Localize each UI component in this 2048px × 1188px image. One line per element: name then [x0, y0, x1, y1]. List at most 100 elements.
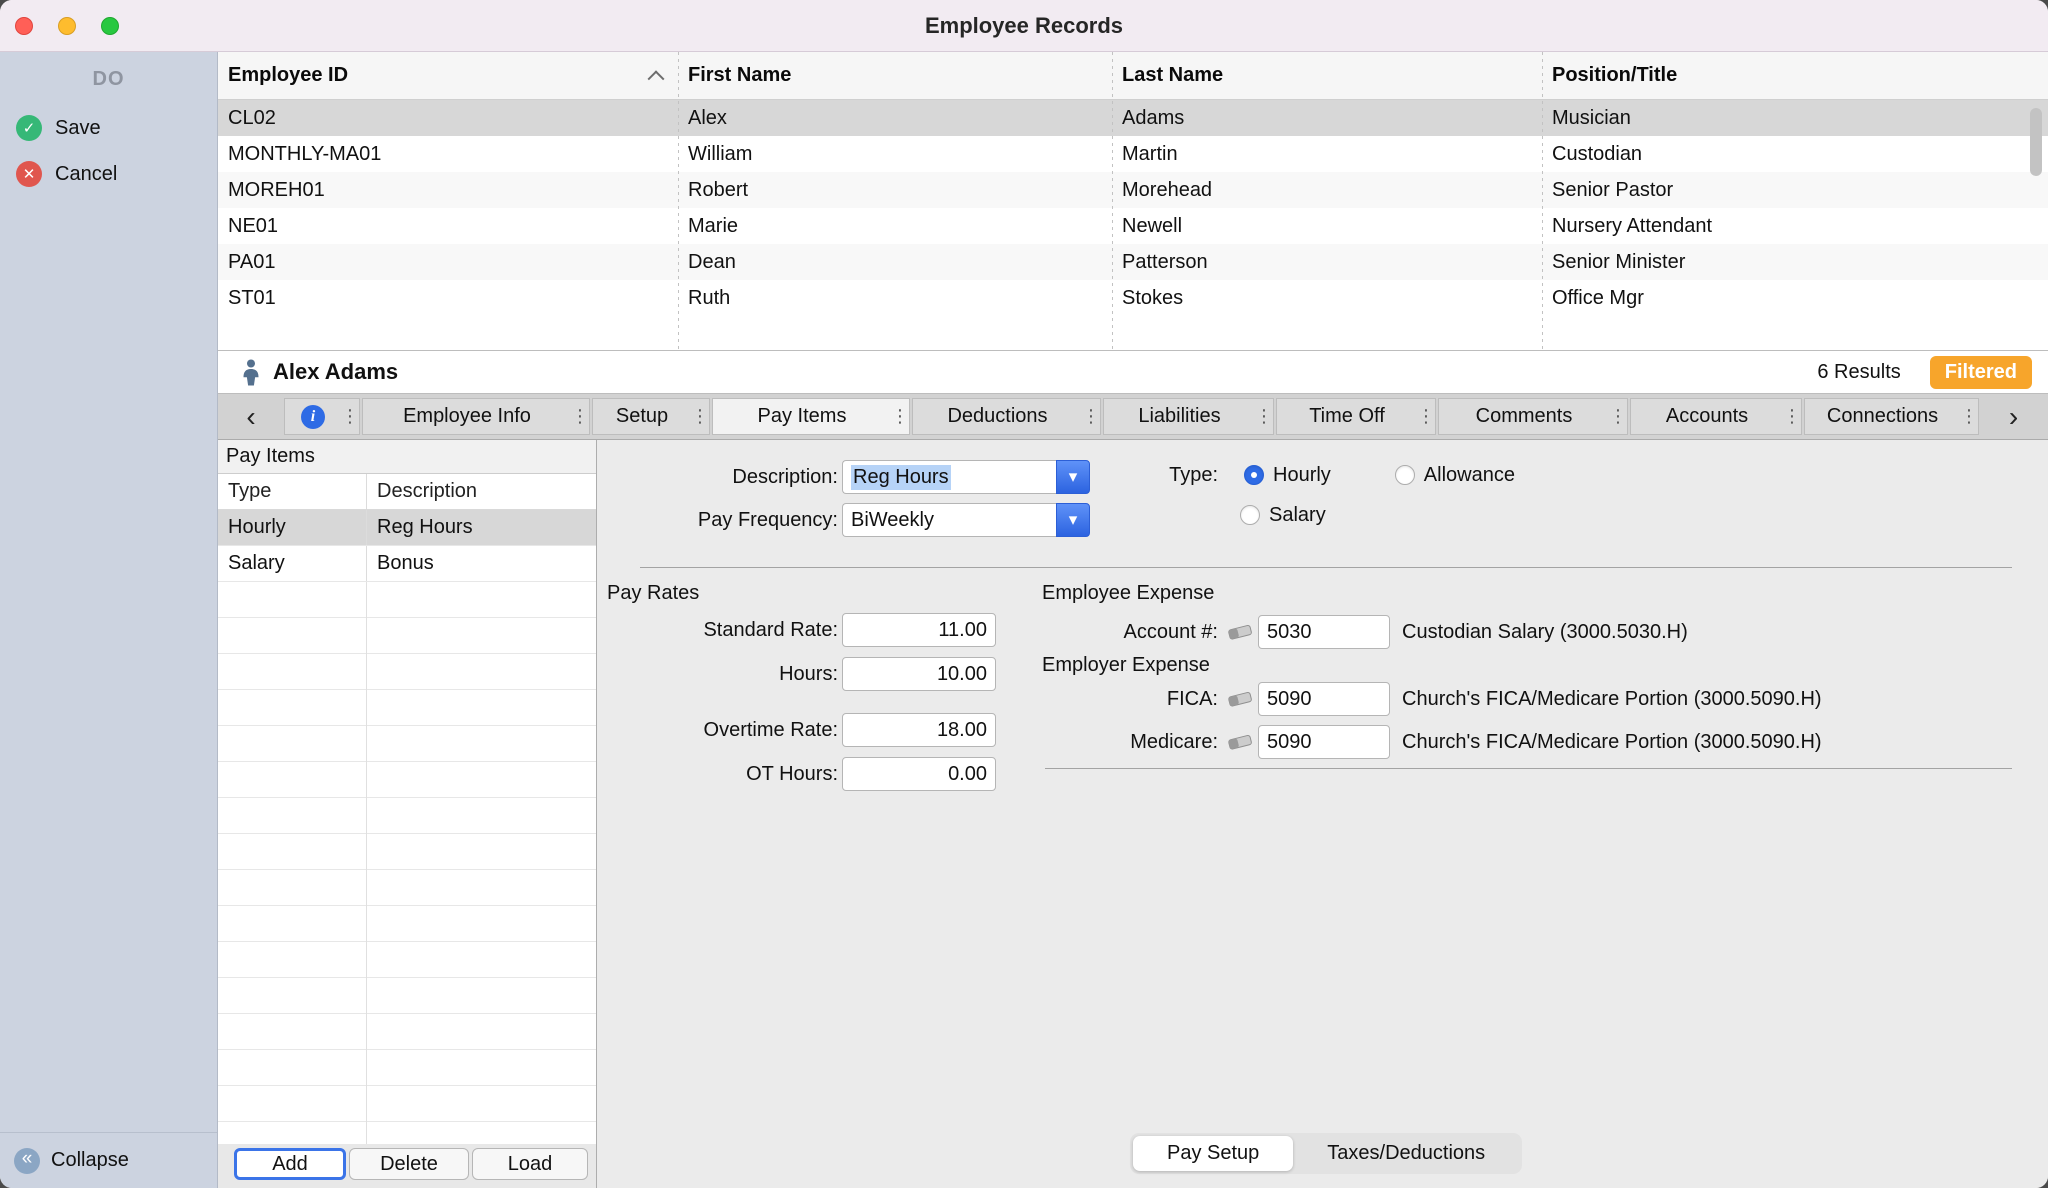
- column-divider: [1542, 52, 1543, 350]
- column-header-first-name[interactable]: First Name: [678, 52, 1112, 99]
- ot-hours-row: OT Hours:: [597, 757, 996, 791]
- tab-taxes-deductions[interactable]: Taxes/Deductions: [1293, 1136, 1519, 1171]
- cancel-button[interactable]: ✕ Cancel: [0, 151, 217, 197]
- standard-rate-input[interactable]: [842, 613, 996, 647]
- save-button[interactable]: ✓ Save: [0, 105, 217, 151]
- info-icon: i: [301, 405, 325, 429]
- medicare-label: Medicare:: [1042, 731, 1218, 754]
- column-divider: [678, 52, 679, 350]
- pay-items-title: Pay Items: [218, 440, 596, 474]
- description-dropdown-button[interactable]: ▾: [1056, 460, 1090, 494]
- cell-position: Senior Pastor: [1542, 172, 2048, 208]
- account-lookup-icon[interactable]: [1226, 622, 1254, 642]
- fica-account-input[interactable]: [1258, 682, 1390, 716]
- cell-employee-id: MOREH01: [218, 172, 678, 208]
- chevron-down-icon: ▾: [1069, 510, 1078, 530]
- employee-row[interactable]: ST01 Ruth Stokes Office Mgr: [218, 280, 2048, 316]
- column-header-position[interactable]: Position/Title: [1542, 52, 2048, 99]
- pay-frequency-dropdown-button[interactable]: ▾: [1056, 503, 1090, 537]
- employee-row[interactable]: PA01 Dean Patterson Senior Minister: [218, 244, 2048, 280]
- hours-input[interactable]: [842, 657, 996, 691]
- save-check-icon: ✓: [16, 115, 42, 141]
- pay-rates-title: Pay Rates: [607, 582, 699, 605]
- radio-salary[interactable]: [1240, 505, 1260, 525]
- employee-table: Employee ID First Name Last Name Positio…: [218, 52, 2048, 350]
- tab-menu-dots-icon[interactable]: ⋮: [1609, 406, 1627, 427]
- pay-frequency-input[interactable]: BiWeekly: [842, 503, 1056, 537]
- description-input[interactable]: Reg Hours: [842, 460, 1056, 494]
- cell-last-name: Stokes: [1112, 280, 1542, 316]
- employee-row[interactable]: MOREH01 Robert Morehead Senior Pastor: [218, 172, 2048, 208]
- pay-item-row[interactable]: Salary Bonus: [218, 546, 596, 582]
- tab-liabilities[interactable]: Liabilities ⋮: [1103, 398, 1274, 435]
- bottom-tab-bar: Pay Setup Taxes/Deductions: [1130, 1133, 1522, 1174]
- account-lookup-icon[interactable]: [1226, 732, 1254, 752]
- radio-allowance[interactable]: [1395, 465, 1415, 485]
- tab-deductions[interactable]: Deductions ⋮: [912, 398, 1101, 435]
- cell-position: Musician: [1542, 100, 2048, 136]
- pay-items-empty-rows: [218, 582, 596, 1144]
- record-name: Alex Adams: [273, 359, 398, 385]
- standard-rate-label: Standard Rate:: [597, 619, 838, 642]
- filtered-badge[interactable]: Filtered: [1930, 356, 2032, 389]
- close-window-button[interactable]: [15, 17, 33, 35]
- scrollbar-thumb[interactable]: [2030, 108, 2042, 176]
- tab-connections[interactable]: Connections ⋮: [1804, 398, 1979, 435]
- tab-pay-items[interactable]: Pay Items ⋮: [712, 398, 910, 435]
- radio-hourly[interactable]: [1244, 465, 1264, 485]
- standard-rate-row: Standard Rate:: [597, 613, 996, 647]
- collapse-button-label: Collapse: [51, 1149, 129, 1172]
- cell-position: Custodian: [1542, 136, 2048, 172]
- tab-menu-dots-icon[interactable]: ⋮: [1783, 406, 1801, 427]
- pay-item-row[interactable]: Hourly Reg Hours: [218, 510, 596, 546]
- tab-scroll-right-button[interactable]: ›: [1981, 398, 2046, 435]
- column-header-type[interactable]: Type: [218, 474, 366, 509]
- tab-info[interactable]: i ⋮: [284, 398, 360, 435]
- employee-row[interactable]: NE01 Marie Newell Nursery Attendant: [218, 208, 2048, 244]
- tab-scroll-left-button[interactable]: ‹: [220, 398, 282, 435]
- cancel-button-label: Cancel: [55, 163, 117, 186]
- tab-menu-dots-icon[interactable]: ⋮: [891, 406, 909, 427]
- tab-employee-info[interactable]: Employee Info ⋮: [362, 398, 590, 435]
- fica-label: FICA:: [1042, 688, 1218, 711]
- collapse-button[interactable]: « Collapse: [0, 1132, 217, 1188]
- delete-button[interactable]: Delete: [349, 1148, 469, 1180]
- account-lookup-icon[interactable]: [1226, 689, 1254, 709]
- tab-menu-dots-icon[interactable]: ⋮: [691, 406, 709, 427]
- employee-row[interactable]: MONTHLY-MA01 William Martin Custodian: [218, 136, 2048, 172]
- action-sidebar: DO ✓ Save ✕ Cancel « Collapse: [0, 52, 218, 1188]
- overtime-rate-input[interactable]: [842, 713, 996, 747]
- tab-accounts[interactable]: Accounts ⋮: [1630, 398, 1802, 435]
- column-header-employee-id[interactable]: Employee ID: [218, 52, 678, 99]
- pay-items-panel: Pay Items Type Description Hourly Reg Ho…: [218, 440, 597, 1188]
- traffic-lights: [15, 0, 119, 52]
- tab-menu-dots-icon[interactable]: ⋮: [571, 406, 589, 427]
- tab-menu-dots-icon[interactable]: ⋮: [1417, 406, 1435, 427]
- tab-time-off[interactable]: Time Off ⋮: [1276, 398, 1436, 435]
- cell-description: Bonus: [366, 546, 596, 581]
- ot-hours-input[interactable]: [842, 757, 996, 791]
- tab-setup[interactable]: Setup ⋮: [592, 398, 710, 435]
- tab-menu-dots-icon[interactable]: ⋮: [341, 406, 359, 427]
- pay-frequency-row: Pay Frequency: BiWeekly ▾: [597, 503, 1090, 537]
- cell-first-name: Dean: [678, 244, 1112, 280]
- cell-position: Nursery Attendant: [1542, 208, 2048, 244]
- tab-comments[interactable]: Comments ⋮: [1438, 398, 1628, 435]
- tab-menu-dots-icon[interactable]: ⋮: [1960, 406, 1978, 427]
- account-label: Account #:: [1042, 621, 1218, 644]
- load-button[interactable]: Load: [472, 1148, 588, 1180]
- account-number-input[interactable]: [1258, 615, 1390, 649]
- column-header-last-name[interactable]: Last Name: [1112, 52, 1542, 99]
- add-button[interactable]: Add: [234, 1148, 346, 1180]
- tab-menu-dots-icon[interactable]: ⋮: [1255, 406, 1273, 427]
- table-scrollbar[interactable]: [2022, 100, 2048, 350]
- tab-pay-setup[interactable]: Pay Setup: [1133, 1136, 1293, 1171]
- employee-row[interactable]: CL02 Alex Adams Musician: [218, 100, 2048, 136]
- minimize-window-button[interactable]: [58, 17, 76, 35]
- tab-menu-dots-icon[interactable]: ⋮: [1082, 406, 1100, 427]
- column-header-description[interactable]: Description: [366, 474, 596, 509]
- results-count: 6 Results: [1817, 361, 1900, 384]
- type-row: Type: Hourly Allowance: [1142, 458, 1515, 492]
- zoom-window-button[interactable]: [101, 17, 119, 35]
- medicare-account-input[interactable]: [1258, 725, 1390, 759]
